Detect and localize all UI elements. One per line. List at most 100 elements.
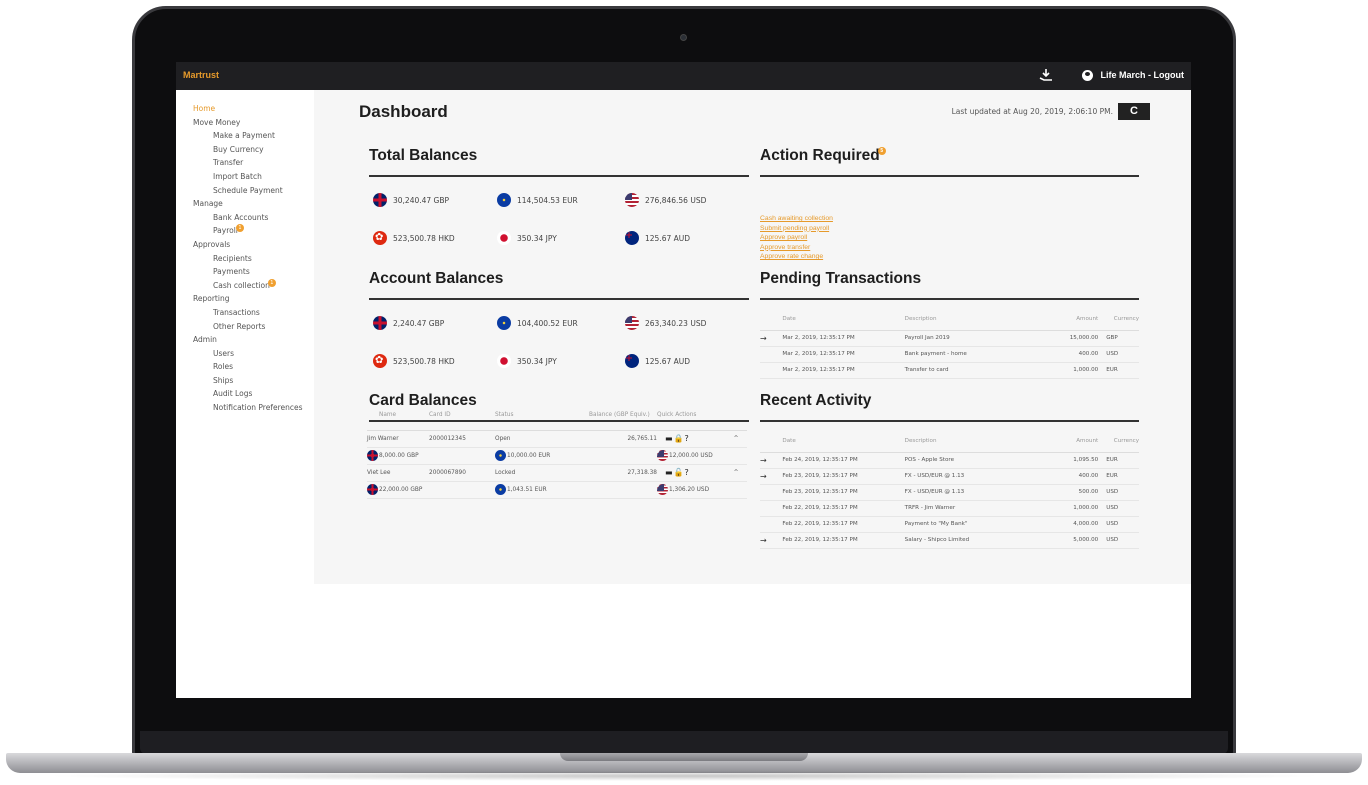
sidebar-item-label: Move Money xyxy=(193,117,241,127)
table-row[interactable]: → Feb 22, 2019, 12:35:17 PM Salary - Shipc… xyxy=(760,532,1139,549)
sidebar-item-label: Users xyxy=(213,348,235,358)
table-row[interactable]: Mar 2, 2019, 12:35:17 PM Transfer to card… xyxy=(760,362,1139,379)
download-icon[interactable] xyxy=(1038,68,1054,82)
table-row[interactable]: → Feb 24, 2019, 12:35:17 PM POS - Apple St… xyxy=(760,452,1139,469)
column-header-description: Description xyxy=(904,308,1038,331)
user-logout-link[interactable]: Life March - Logout xyxy=(1101,70,1185,80)
sidebar-item-buy-currency[interactable]: Buy Currency xyxy=(193,143,303,157)
user-icon[interactable] xyxy=(1081,69,1093,81)
cell-currency: EUR xyxy=(1098,362,1139,379)
table-row[interactable]: → Feb 23, 2019, 12:35:17 PM FX - USD/EUR @… xyxy=(760,468,1139,485)
cell-amount: 500.00 xyxy=(1037,484,1099,501)
balance-amount: 114,504.53 EUR xyxy=(517,195,578,205)
action-link-cash-awaiting-collection[interactable]: Cash awaiting collection xyxy=(760,214,833,224)
aud-flag-icon xyxy=(625,354,639,368)
sidebar-item-notification-preferences[interactable]: Notification Preferences xyxy=(193,401,303,415)
cell-amount: 400.00 xyxy=(1037,468,1099,485)
card-card-id: 2000012345 xyxy=(429,430,495,448)
balance-item-eur: 104,400.52 EUR xyxy=(497,316,625,330)
cell-currency: USD xyxy=(1098,500,1139,517)
sidebar-item-cash-collection[interactable]: Cash collection1 xyxy=(193,278,303,293)
usd-flag-icon xyxy=(657,450,668,461)
balance-amount: 523,500.78 HKD xyxy=(393,356,455,366)
card-status: Locked xyxy=(495,464,589,482)
card-status: Open xyxy=(495,430,589,448)
card-row[interactable]: Jim Warner 2000012345 Open 26,765.11 ▬🔒? ^ xyxy=(367,430,747,448)
arrow-icon xyxy=(760,500,783,517)
column-header-amount: Amount xyxy=(1037,308,1099,331)
sidebar-item-schedule-payment[interactable]: Schedule Payment xyxy=(193,184,303,198)
sidebar-item-other-reports[interactable]: Other Reports xyxy=(193,320,303,334)
arrow-header xyxy=(760,430,783,453)
card-actions[interactable]: ▬🔓? xyxy=(657,464,725,482)
sidebar-item-recipients[interactable]: Recipients xyxy=(193,252,303,266)
cell-desc: Transfer to card xyxy=(904,362,1038,379)
card-currency-eur: 1,043.51 EUR xyxy=(495,481,657,499)
sidebar-item-roles[interactable]: Roles xyxy=(193,360,303,374)
account-balances-title: Account Balances xyxy=(369,270,504,287)
table-row[interactable]: Feb 23, 2019, 12:35:17 PM FX - USD/EUR @ … xyxy=(760,484,1139,501)
sidebar-item-label: Reporting xyxy=(193,294,230,304)
sidebar-item-audit-logs[interactable]: Audit Logs xyxy=(193,387,303,401)
table-row[interactable]: Feb 22, 2019, 12:35:17 PM Payment to "My … xyxy=(760,516,1139,533)
sidebar-item-home[interactable]: Home xyxy=(193,102,303,116)
cell-currency: USD xyxy=(1098,484,1139,501)
sidebar-item-import-batch[interactable]: Import Batch xyxy=(193,170,303,184)
sidebar-item-label: Schedule Payment xyxy=(213,185,283,195)
balance-amount: 263,340.23 USD xyxy=(645,318,707,328)
refresh-button[interactable]: C xyxy=(1118,103,1150,120)
sidebar-item-admin[interactable]: Admin xyxy=(193,333,303,347)
jpy-flag-icon xyxy=(497,354,511,368)
balance-row: 523,500.78 HKD 350.34 JPY 125.67 AUD xyxy=(373,231,745,245)
card-card-id: 2000067890 xyxy=(429,464,495,482)
action-link-approve-transfer[interactable]: Approve transfer xyxy=(760,243,833,253)
column-header-balance-gbp-equiv: Balance (GBP Equiv.) xyxy=(589,400,657,431)
sidebar-item-payments[interactable]: Payments xyxy=(193,265,303,279)
sidebar-item-ships[interactable]: Ships xyxy=(193,374,303,388)
sidebar-item-users[interactable]: Users xyxy=(193,347,303,361)
balance-row: 2,240.47 GBP 104,400.52 EUR 263,340.23 USD xyxy=(373,316,745,330)
arrow-icon xyxy=(760,516,783,533)
sidebar-item-bank-accounts[interactable]: Bank Accounts xyxy=(193,211,303,225)
table-row[interactable]: → Mar 2, 2019, 12:35:17 PM Payroll Jan 201… xyxy=(760,330,1139,347)
action-link-approve-rate-change[interactable]: Approve rate change xyxy=(760,252,833,262)
laptop-chin xyxy=(140,731,1228,754)
arrow-icon: → xyxy=(760,330,783,347)
sidebar-item-label: Transactions xyxy=(213,307,260,317)
balance-item-jpy: 350.34 JPY xyxy=(497,354,625,368)
sidebar-item-transfer[interactable]: Transfer xyxy=(193,156,303,170)
card-currency-usd: 12,000.00 USD xyxy=(657,447,747,465)
balance-item-usd: 263,340.23 USD xyxy=(625,316,745,330)
sidebar-item-reporting[interactable]: Reporting xyxy=(193,292,303,306)
column-header-currency: Currency xyxy=(1098,430,1139,453)
laptop-shadow xyxy=(40,771,1328,781)
table-row[interactable]: Feb 22, 2019, 12:35:17 PM TRFR - Jim Warn… xyxy=(760,500,1139,517)
action-link-submit-pending-payroll[interactable]: Submit pending payroll xyxy=(760,224,833,234)
card-actions[interactable]: ▬🔒? xyxy=(657,430,725,448)
card-expand[interactable]: ^ xyxy=(725,464,747,482)
eur-flag-icon xyxy=(497,193,511,207)
brand-logo[interactable]: Martrust xyxy=(183,70,219,80)
balance-item-aud: 125.67 AUD xyxy=(625,231,745,245)
sidebar-item-move-money[interactable]: Move Money xyxy=(193,116,303,130)
cell-date: Feb 23, 2019, 12:35:17 PM xyxy=(782,468,905,485)
balance-row: 30,240.47 GBP 114,504.53 EUR 276,846.56 US… xyxy=(373,193,745,207)
sidebar-item-payroll[interactable]: Payroll1 xyxy=(193,224,303,238)
usd-flag-icon xyxy=(625,316,639,330)
screen: Martrust Life March - Logout Home Move Mo… xyxy=(176,62,1191,698)
column-header-amount: Amount xyxy=(1037,430,1099,453)
sidebar-item-make-a-payment[interactable]: Make a Payment xyxy=(193,129,303,143)
cell-amount: 5,000.00 xyxy=(1037,532,1099,549)
action-link-approve-payroll[interactable]: Approve payroll xyxy=(760,233,833,243)
cell-date: Mar 2, 2019, 12:35:17 PM xyxy=(782,346,905,363)
card-expand[interactable]: ^ xyxy=(725,430,747,448)
table-row[interactable]: Mar 2, 2019, 12:35:17 PM Bank payment - h… xyxy=(760,346,1139,363)
sidebar-item-approvals[interactable]: Approvals xyxy=(193,238,303,252)
cell-desc: FX - USD/EUR @ 1.13 xyxy=(904,484,1038,501)
card-currency-amount: 22,000.00 GBP xyxy=(379,487,423,493)
sidebar-item-transactions[interactable]: Transactions xyxy=(193,306,303,320)
recent-activity-title: Recent Activity xyxy=(760,392,872,409)
sidebar-item-manage[interactable]: Manage xyxy=(193,197,303,211)
card-row[interactable]: Viet Lee 2000067890 Locked 27,318.38 ▬🔓? ^ xyxy=(367,464,747,482)
balance-amount: 125.67 AUD xyxy=(645,356,691,366)
